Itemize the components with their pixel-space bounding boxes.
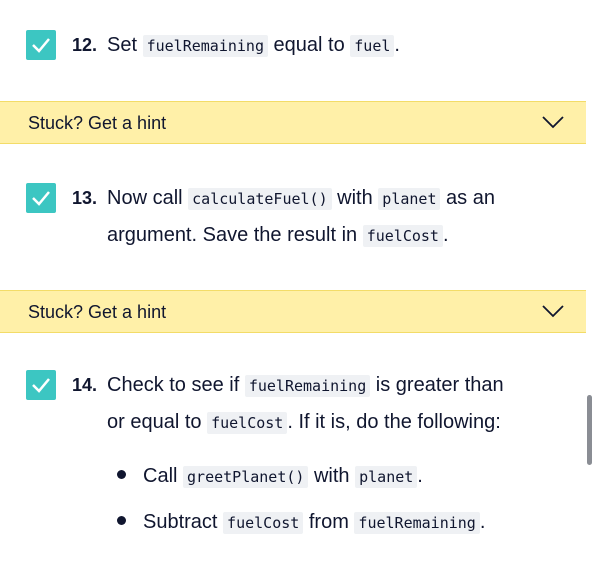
code-fuelRemaining: fuelRemaining — [142, 35, 268, 57]
hint-label: Stuck? Get a hint — [28, 302, 167, 322]
hint-label: Stuck? Get a hint — [28, 113, 167, 133]
scrollbar[interactable] — [587, 395, 592, 465]
code-calculateFuel: calculateFuel() — [188, 188, 332, 210]
task-text: Set fuelRemaining equal to fuel. — [107, 34, 400, 57]
code-fuel: fuel — [350, 35, 395, 57]
code-fuelRemaining: fuelRemaining — [244, 375, 371, 397]
task-text: Now call calculateFuel() with planet as … — [107, 187, 495, 247]
task-checkbox[interactable] — [26, 30, 56, 60]
task-number: 12. — [72, 35, 98, 55]
code-planet: planet — [378, 188, 441, 210]
check-icon — [32, 191, 50, 206]
check-icon — [32, 378, 50, 393]
list-item: Call greetPlanet() with planet. — [117, 458, 423, 495]
hint-toggle[interactable]: Stuck? Get a hint — [0, 290, 586, 333]
chevron-down-icon — [542, 116, 564, 129]
bullet-icon — [117, 470, 126, 480]
task-checkbox[interactable] — [26, 370, 56, 400]
code-greetPlanet: greetPlanet() — [183, 466, 309, 488]
task-checkbox[interactable] — [26, 183, 56, 213]
hint-toggle[interactable]: Stuck? Get a hint — [0, 101, 586, 144]
code-planet: planet — [355, 466, 418, 488]
bullet-icon — [117, 516, 126, 526]
task-text: Check to see if fuelRemaining is greater… — [107, 374, 504, 434]
code-fuelCost: fuelCost — [223, 512, 304, 534]
check-icon — [32, 38, 50, 53]
list-item: Subtract fuelCost from fuelRemaining. — [117, 504, 485, 541]
task-number: 14. — [72, 375, 98, 395]
code-fuelRemaining: fuelRemaining — [354, 512, 480, 534]
code-fuelCost: fuelCost — [362, 225, 443, 247]
code-fuelCost: fuelCost — [207, 412, 288, 434]
chevron-down-icon — [542, 305, 564, 318]
task-number: 13. — [72, 188, 98, 208]
